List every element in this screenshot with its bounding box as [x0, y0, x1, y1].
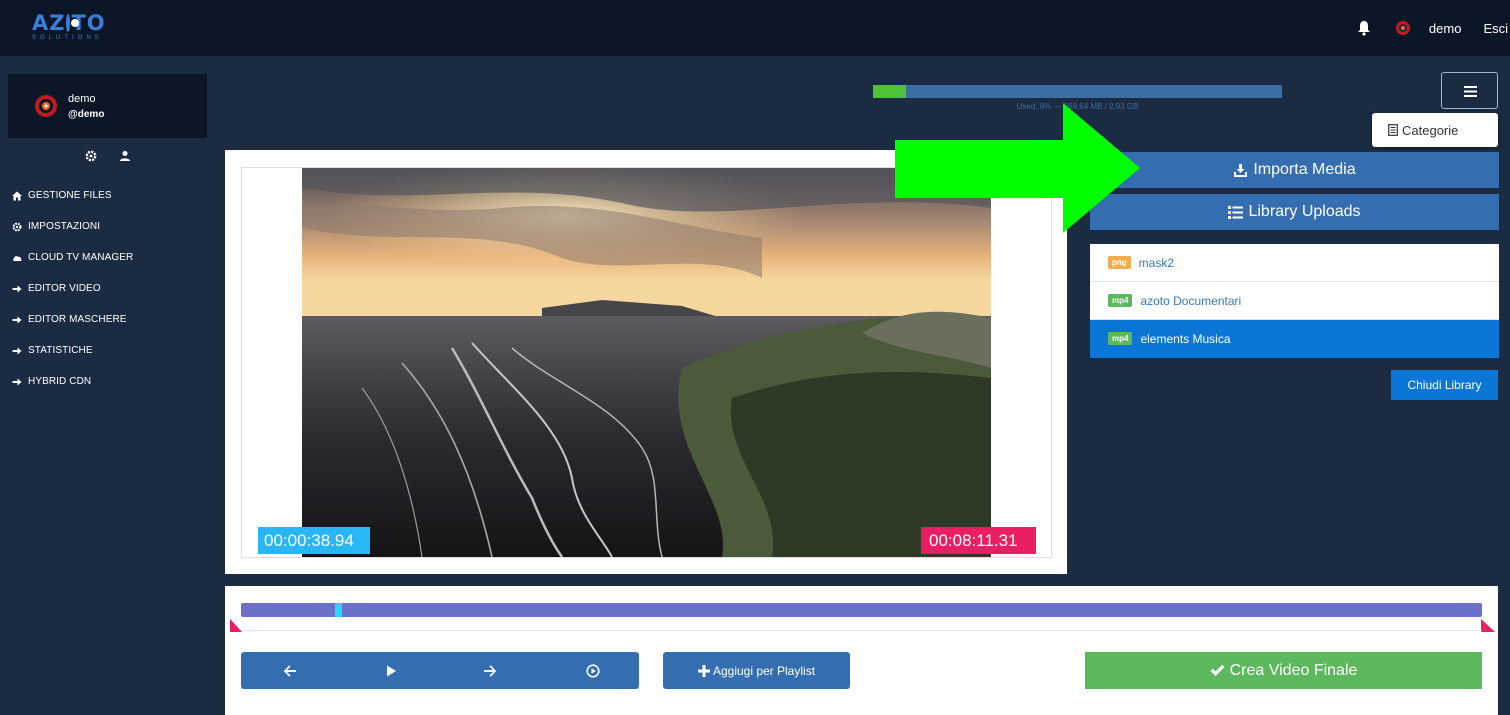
plus-icon [697, 664, 710, 677]
sidebar-item-gestione-files[interactable]: GESTIONE FILES [12, 180, 207, 211]
file-type-badge: png [1108, 256, 1131, 269]
dropdown-item-label: Categorie [1402, 122, 1459, 138]
library-uploads-label: Library Uploads [1248, 203, 1361, 220]
logout-link[interactable]: Esci [1483, 21, 1508, 36]
timeline-divider [241, 630, 1482, 631]
timeline-panel: Aggiugi per Playlist Crea Video Finale [225, 586, 1498, 715]
logo-text-left: AZ [32, 11, 66, 35]
cloud-icon [13, 255, 22, 261]
timecode-start: 00:00:38.94 [258, 527, 370, 554]
sidebar-item-label: EDITOR MASCHERE [28, 314, 127, 325]
hamburger-icon [1464, 86, 1477, 97]
library-list: png mask2 mp4 azoto Documentari mp4 elem… [1090, 244, 1499, 358]
top-bar: AZ TO SOLUTIONS demo Esci [0, 0, 1510, 56]
timeline-track[interactable] [241, 603, 1482, 617]
add-to-playlist-button[interactable]: Aggiugi per Playlist [663, 652, 850, 689]
sidebar-item-label: CLOUD TV MANAGER [28, 252, 134, 263]
play-circle-button[interactable] [573, 652, 613, 689]
settings-gear-icon[interactable] [85, 150, 97, 162]
check-icon [1210, 664, 1225, 676]
sidebar: demo @demo GESTIONE FILES IMPOSTAZIONI C… [0, 56, 207, 715]
file-type-badge: mp4 [1108, 294, 1133, 307]
arrow-right-icon [484, 664, 497, 677]
playback-controls [241, 652, 639, 689]
play-circle-icon [586, 663, 600, 678]
top-username[interactable]: demo [1429, 21, 1462, 36]
sidebar-item-hybrid-cdn[interactable]: HYBRID CDN [12, 366, 207, 397]
close-library-button[interactable]: Chiudi Library [1391, 370, 1498, 400]
timeline-playhead[interactable] [335, 603, 343, 617]
file-name: elements Musica [1140, 331, 1231, 346]
sidebar-item-label: HYBRID CDN [28, 376, 92, 387]
sidebar-item-label: GESTIONE FILES [28, 190, 112, 201]
arrow-right-icon [12, 378, 22, 385]
trim-end-marker[interactable] [1481, 619, 1495, 632]
timecode-end: 00:08:11.31 [921, 527, 1036, 554]
logo-target-icon [66, 14, 80, 32]
storage-usage-fill [873, 85, 906, 98]
add-to-playlist-label: Aggiugi per Playlist [712, 663, 816, 678]
list-box-icon [1388, 124, 1398, 136]
profile-avatar-icon [35, 95, 57, 117]
sidebar-item-editor-video[interactable]: EDITOR VIDEO [12, 273, 207, 304]
video-frame-image [302, 168, 991, 557]
arrow-left-icon [283, 664, 296, 677]
arrow-right-icon [12, 285, 22, 292]
play-button[interactable] [371, 652, 411, 689]
step-forward-button[interactable] [470, 652, 510, 689]
file-name: mask2 [1138, 255, 1175, 270]
sidebar-item-impostazioni[interactable]: IMPOSTAZIONI [12, 211, 207, 242]
logo-subtitle: SOLUTIONS [32, 35, 103, 41]
home-icon [12, 191, 22, 200]
sidebar-tools [85, 150, 131, 162]
sidebar-item-statistiche[interactable]: STATISTICHE [12, 335, 207, 366]
sidebar-item-cloud-tv-manager[interactable]: CLOUD TV MANAGER [12, 242, 207, 273]
list-item[interactable]: png mask2 [1090, 244, 1499, 282]
video-frame[interactable] [302, 168, 991, 557]
create-final-video-label: Crea Video Finale [1229, 661, 1358, 679]
bell-icon[interactable] [1357, 20, 1371, 36]
storage-usage-bar [873, 85, 1282, 98]
profile-handle: @demo [68, 109, 105, 120]
arrow-right-icon [12, 347, 22, 354]
list-icon [1228, 205, 1244, 219]
dropdown-item-categorie[interactable]: Categorie [1372, 113, 1498, 147]
azoto-logo[interactable]: AZ TO SOLUTIONS [32, 11, 105, 44]
annotation-arrow-icon [895, 103, 1140, 233]
sidebar-nav: GESTIONE FILES IMPOSTAZIONI CLOUD TV MAN… [12, 180, 207, 397]
user-avatar-icon[interactable] [1395, 20, 1411, 36]
user-icon[interactable] [119, 150, 131, 162]
list-item[interactable]: mp4 elements Musica [1090, 320, 1499, 358]
gear-icon [12, 221, 22, 232]
sidebar-item-label: EDITOR VIDEO [28, 283, 101, 294]
step-back-button[interactable] [270, 652, 310, 689]
sidebar-item-label: STATISTICHE [28, 345, 93, 356]
download-icon [1234, 163, 1248, 177]
create-final-video-button[interactable]: Crea Video Finale [1085, 652, 1482, 689]
top-right-controls: demo Esci [1357, 0, 1510, 56]
arrow-right-icon [12, 316, 22, 323]
sidebar-item-editor-maschere[interactable]: EDITOR MASCHERE [12, 304, 207, 335]
file-name: azoto Documentari [1140, 293, 1242, 308]
list-item[interactable]: mp4 azoto Documentari [1090, 282, 1499, 320]
file-type-badge: mp4 [1108, 332, 1133, 345]
hamburger-menu-button[interactable] [1441, 72, 1498, 109]
play-icon [387, 665, 396, 676]
profile-card: demo @demo [8, 74, 207, 138]
sidebar-item-label: IMPOSTAZIONI [28, 221, 101, 232]
import-media-label: Importa Media [1253, 161, 1356, 178]
profile-name: demo [68, 93, 96, 105]
